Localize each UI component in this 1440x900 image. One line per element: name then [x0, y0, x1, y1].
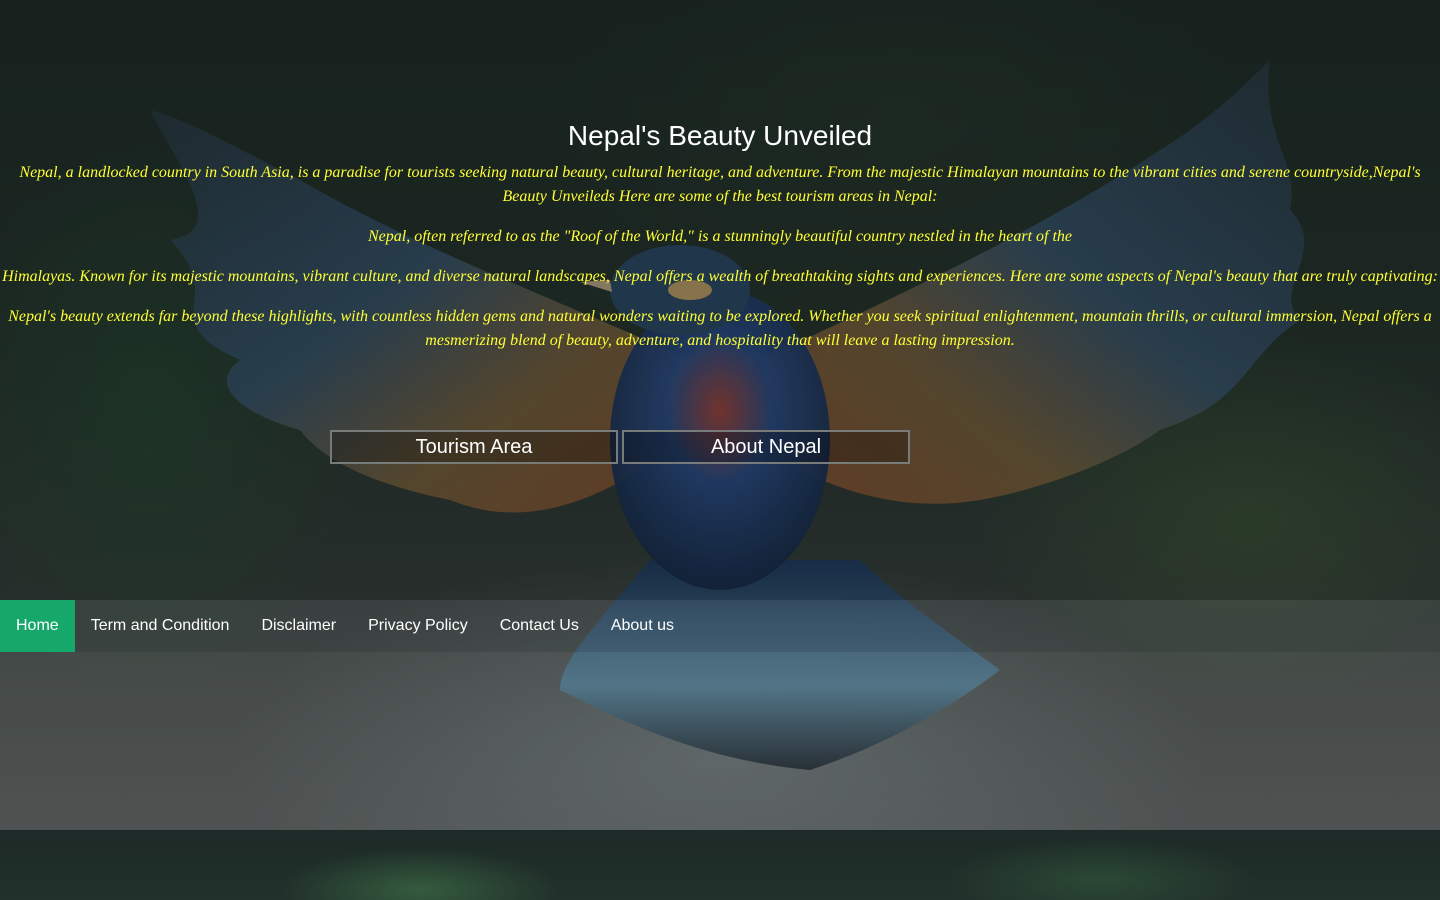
intro-paragraph-1: Nepal, a landlocked country in South Asi… — [19, 164, 1421, 205]
page: Nepal's Beauty Unveiled Nepal, a landloc… — [0, 0, 1440, 900]
page-title: Nepal's Beauty Unveiled — [567, 120, 873, 151]
nav-item-term-and-condition[interactable]: Term and Condition — [75, 600, 246, 652]
tourism-area-button[interactable]: Tourism Area — [330, 430, 618, 464]
nav-item-about-us[interactable]: About us — [595, 600, 690, 652]
nav-item-contact-us[interactable]: Contact Us — [484, 600, 595, 652]
intro-paragraph-3: Himalayas. Known for its majestic mounta… — [2, 268, 1438, 285]
nav-item-disclaimer[interactable]: Disclaimer — [245, 600, 352, 652]
nav-item-privacy-policy[interactable]: Privacy Policy — [352, 600, 484, 652]
background-lower — [0, 830, 1440, 900]
footer-overlay — [0, 652, 1440, 830]
nav-item-home[interactable]: Home — [0, 600, 75, 652]
intro-paragraph-2: Nepal, often referred to as the "Roof of… — [367, 228, 1073, 245]
intro-paragraph-4: Nepal's beauty extends far beyond these … — [8, 308, 1432, 349]
bottom-navbar: Home Term and Condition Disclaimer Priva… — [0, 600, 1440, 652]
about-nepal-button[interactable]: About Nepal — [622, 430, 910, 464]
header-overlay — [0, 0, 1440, 600]
action-buttons: Tourism Area About Nepal — [330, 430, 1110, 464]
